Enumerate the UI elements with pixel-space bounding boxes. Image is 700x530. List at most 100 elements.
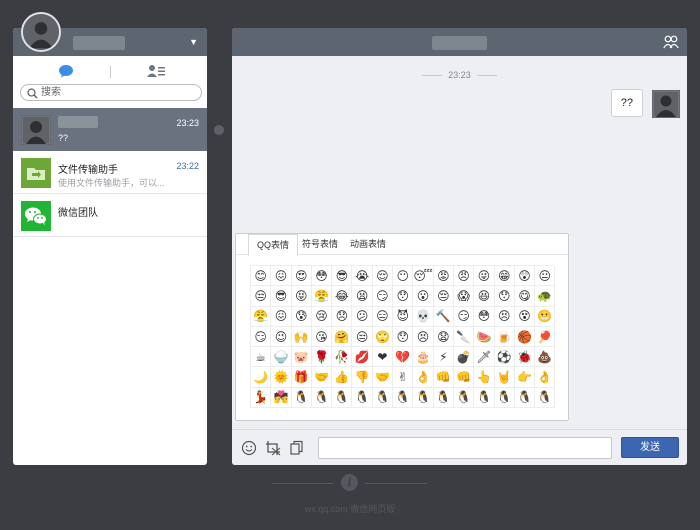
emoji-cell[interactable]: 😝 <box>291 286 312 307</box>
emoji-cell[interactable]: 😒 <box>352 326 373 348</box>
emoji-cell[interactable]: 😭 <box>352 266 373 287</box>
emoji-cell[interactable]: 😣 <box>494 306 515 327</box>
emoji-cell[interactable]: 😈 <box>393 306 414 327</box>
emoji-cell[interactable]: 😎 <box>332 266 353 287</box>
tab-animated-emoji[interactable]: 动画表情 <box>342 234 394 256</box>
emoji-cell[interactable]: 🥀 <box>332 347 353 368</box>
conversation-item[interactable]: 文件传输助手 23:22 使用文件传输助手，可以... <box>13 151 207 194</box>
emoji-cell[interactable]: 🔪 <box>453 326 475 348</box>
emoji-cell[interactable]: 😊 <box>251 266 272 287</box>
emoji-cell[interactable]: 🏓 <box>535 326 556 348</box>
emoji-cell[interactable]: ☕ <box>251 347 272 368</box>
emoji-cell[interactable]: 😳 <box>474 306 495 327</box>
emoji-cell[interactable]: 🐧 <box>311 387 333 409</box>
emoji-cell[interactable]: 🐧 <box>535 387 556 409</box>
conversation-item[interactable]: 23:23 ?? <box>13 108 207 151</box>
emoji-cell[interactable]: 🍉 <box>474 326 495 348</box>
emoji-cell[interactable]: 😳 <box>311 266 333 287</box>
emoji-cell[interactable]: 😖 <box>271 306 292 327</box>
emoji-cell[interactable]: 😱 <box>453 286 475 307</box>
sender-avatar[interactable] <box>652 90 680 118</box>
emoji-cell[interactable]: 🐧 <box>291 387 312 409</box>
emoji-cell[interactable]: 😡 <box>433 266 454 287</box>
emoji-cell[interactable]: 😘 <box>311 326 333 348</box>
emoji-cell[interactable]: 👊 <box>453 367 475 388</box>
emoji-cell[interactable]: 🤘 <box>494 367 515 388</box>
emoji-cell[interactable]: 😣 <box>413 326 434 348</box>
emoji-cell[interactable]: 🐧 <box>352 387 373 409</box>
emoji-cell[interactable]: 🤗 <box>332 326 353 348</box>
emoji-cell[interactable]: 🐧 <box>494 387 515 409</box>
emoji-cell[interactable]: 💃 <box>251 387 272 409</box>
emoji-cell[interactable]: 🍺 <box>494 326 515 348</box>
emoji-cell[interactable]: 😫 <box>352 286 373 307</box>
emoji-cell[interactable]: 😌 <box>372 266 394 287</box>
emoji-cell[interactable]: 😋 <box>514 286 536 307</box>
emoji-cell[interactable]: 🐞 <box>514 347 536 368</box>
emoji-cell[interactable]: 😞 <box>332 306 353 327</box>
tab-symbol-emoji[interactable]: 符号表情 <box>294 234 346 256</box>
group-members-icon[interactable] <box>663 35 679 49</box>
message-bubble[interactable]: ?? <box>610 89 643 117</box>
chat-tab-icon[interactable] <box>58 64 74 78</box>
emoji-cell[interactable]: 😑 <box>372 306 394 327</box>
emoji-cell[interactable]: 💣 <box>453 347 475 368</box>
emoji-cell[interactable]: 😯 <box>393 326 414 348</box>
emoji-cell[interactable]: 🐧 <box>474 387 495 409</box>
emoji-cell[interactable]: 😯 <box>494 286 515 307</box>
emoji-cell[interactable]: 💋 <box>352 347 373 368</box>
emoji-cell[interactable]: 💀 <box>413 306 434 327</box>
emoji-cell[interactable]: 🌹 <box>311 347 333 368</box>
message-input[interactable] <box>318 437 612 459</box>
search-input[interactable] <box>41 85 191 100</box>
emoji-cell[interactable]: 😆 <box>474 286 495 307</box>
emoji-cell[interactable]: 👍 <box>332 367 353 388</box>
emoji-cell[interactable]: 💔 <box>393 347 414 368</box>
emoji-cell[interactable]: 😏 <box>372 286 394 307</box>
emoji-cell[interactable]: 😜 <box>474 266 495 287</box>
emoji-cell[interactable]: 😏 <box>251 326 272 348</box>
emoji-cell[interactable]: 😕 <box>352 306 373 327</box>
send-button[interactable]: 发送 <box>621 437 679 458</box>
emoji-cell[interactable]: 🐷 <box>291 347 312 368</box>
emoji-cell[interactable]: 😠 <box>453 266 475 287</box>
emoji-cell[interactable]: 🌞 <box>271 367 292 388</box>
emoji-cell[interactable]: 👎 <box>352 367 373 388</box>
emoji-cell[interactable]: 😂 <box>332 286 353 307</box>
emoji-cell[interactable]: 👉 <box>514 367 536 388</box>
emoji-cell[interactable]: 🐢 <box>535 286 556 307</box>
emoji-cell[interactable]: 😮 <box>413 286 434 307</box>
emoji-cell[interactable]: 😴 <box>413 266 434 287</box>
emoji-cell[interactable]: 😏 <box>453 306 475 327</box>
emoji-cell[interactable]: 😔 <box>433 286 454 307</box>
emoji-cell[interactable]: 🏀 <box>514 326 536 348</box>
info-icon[interactable]: i <box>341 474 358 491</box>
emoji-cell[interactable]: 🐧 <box>372 387 394 409</box>
emoji-cell[interactable]: 😖 <box>271 266 292 287</box>
contacts-tab-icon[interactable] <box>147 64 165 78</box>
panel-resize-handle[interactable] <box>214 125 224 135</box>
emoji-cell[interactable]: 💩 <box>535 347 556 368</box>
emoji-cell[interactable]: 😍 <box>291 266 312 287</box>
emoji-cell[interactable]: 👊 <box>433 367 454 388</box>
tab-qq-emoji[interactable]: QQ表情 <box>248 234 299 256</box>
emoji-icon[interactable] <box>241 440 257 456</box>
emoji-cell[interactable]: 😶 <box>393 266 414 287</box>
emoji-cell[interactable]: 💏 <box>271 387 292 409</box>
emoji-cell[interactable]: 🐧 <box>453 387 475 409</box>
emoji-cell[interactable]: 😵 <box>514 306 536 327</box>
emoji-cell[interactable]: 😐 <box>535 266 556 287</box>
emoji-cell[interactable]: 🍚 <box>271 347 292 368</box>
emoji-cell[interactable]: 👆 <box>474 367 495 388</box>
emoji-cell[interactable]: 🐧 <box>433 387 454 409</box>
emoji-cell[interactable]: 😤 <box>251 306 272 327</box>
emoji-cell[interactable]: 😢 <box>311 306 333 327</box>
emoji-cell[interactable]: 😬 <box>535 306 556 327</box>
emoji-cell[interactable]: 🙄 <box>372 326 394 348</box>
emoji-cell[interactable]: 🤝 <box>372 367 394 388</box>
emoji-cell[interactable]: ✌ <box>393 367 414 388</box>
file-icon[interactable] <box>289 440 305 456</box>
screenshot-icon[interactable] <box>265 440 281 456</box>
emoji-cell[interactable]: 😒 <box>251 286 272 307</box>
emoji-cell[interactable]: 🐧 <box>393 387 414 409</box>
